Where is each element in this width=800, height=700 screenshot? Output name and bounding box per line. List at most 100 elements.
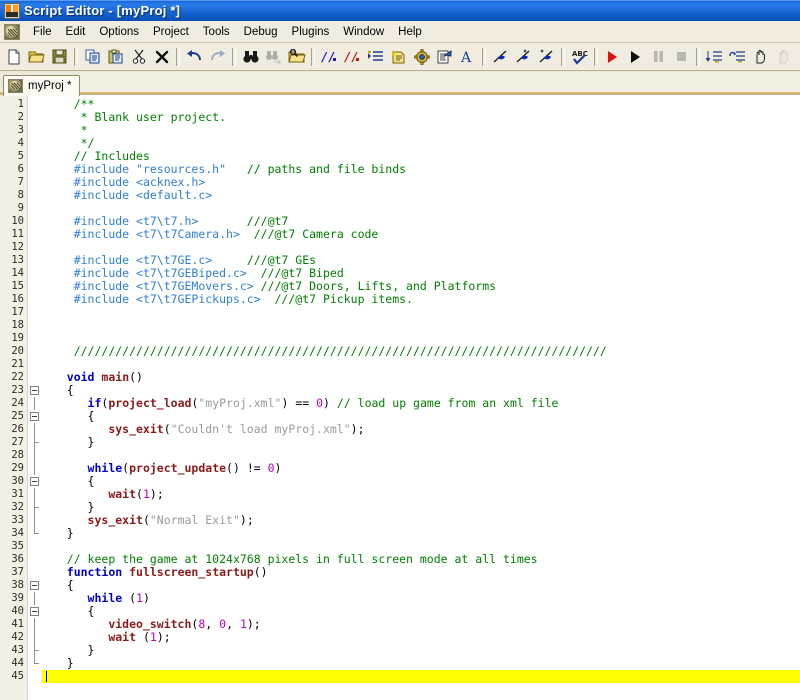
code-token-pun: () <box>254 565 268 579</box>
code-token-com: */ <box>81 136 95 150</box>
code-token-num: 1 <box>136 591 143 605</box>
run-play-red-icon[interactable] <box>601 46 624 68</box>
line-number: 5 <box>0 150 27 163</box>
code-token-pun: ( <box>122 591 136 605</box>
new-file-icon[interactable] <box>2 46 25 68</box>
fold-collapse-icon[interactable] <box>30 412 39 421</box>
code-line[interactable]: sys_exit("Couldn't load myProj.xml"); <box>42 423 800 436</box>
code-line[interactable]: #include <t7\t7Camera.h> ///@t7 Camera c… <box>42 228 800 241</box>
copy-icon[interactable] <box>81 46 104 68</box>
menu-plugins[interactable]: Plugins <box>285 23 337 41</box>
code-line[interactable]: if(project_load("myProj.xml") == 0) // l… <box>42 397 800 410</box>
code-folding-margin[interactable] <box>28 95 42 700</box>
code-line[interactable]: wait (1); <box>42 631 800 644</box>
menu-window[interactable]: Window <box>336 23 391 41</box>
code-line[interactable]: function fullscreen_startup() <box>42 566 800 579</box>
fold-collapse-icon[interactable] <box>30 581 39 590</box>
debug-play-black-icon[interactable] <box>624 46 647 68</box>
cut-scissors-icon[interactable] <box>127 46 150 68</box>
code-line[interactable]: } <box>42 436 800 449</box>
font-letter-icon[interactable]: A <box>456 46 479 68</box>
fold-marker-row <box>28 527 42 540</box>
watch-hand-icon[interactable] <box>749 46 772 68</box>
line-number: 39 <box>0 592 27 605</box>
code-token-pun <box>46 292 74 306</box>
code-line[interactable]: wait(1); <box>42 488 800 501</box>
fold-marker-row <box>28 189 42 202</box>
undo-arrow-icon[interactable] <box>183 46 206 68</box>
step-into-icon[interactable] <box>703 46 726 68</box>
fold-marker-row[interactable] <box>28 410 42 423</box>
compile-gear-icon[interactable] <box>410 46 433 68</box>
fold-marker-row[interactable] <box>28 605 42 618</box>
code-line[interactable]: while (1) <box>42 592 800 605</box>
script-editor-window: Script Editor - [myProj *] FileEditOptio… <box>0 0 800 700</box>
tab-label: myProj * <box>28 80 71 92</box>
tab-myproj[interactable]: myProj * <box>3 75 80 96</box>
code-line[interactable] <box>42 306 800 319</box>
code-token-com: ///@t7 GEs <box>247 253 316 267</box>
menu-help[interactable]: Help <box>391 23 429 41</box>
bookmark-toggle-icon[interactable] <box>489 46 512 68</box>
code-line[interactable]: * <box>42 124 800 137</box>
delete-x-icon[interactable] <box>150 46 173 68</box>
goto-folder-icon[interactable] <box>285 46 308 68</box>
line-number: 13 <box>0 254 27 267</box>
code-line[interactable]: ////////////////////////////////////////… <box>42 345 800 358</box>
menu-edit[interactable]: Edit <box>59 23 93 41</box>
code-line[interactable]: } <box>42 657 800 670</box>
code-token-pun <box>46 162 74 176</box>
toolbar-separator <box>594 48 598 66</box>
fold-marker-row <box>28 462 42 475</box>
fold-marker-row[interactable] <box>28 475 42 488</box>
code-token-key: function <box>67 565 122 579</box>
code-editor[interactable]: 1234567891011121314151617181920212223242… <box>0 95 800 700</box>
fold-marker-row[interactable] <box>28 579 42 592</box>
fold-collapse-icon[interactable] <box>30 386 39 395</box>
indent-icon[interactable] <box>364 46 387 68</box>
fold-collapse-icon[interactable] <box>30 477 39 486</box>
save-disk-icon[interactable] <box>48 46 71 68</box>
fold-marker-row[interactable] <box>28 384 42 397</box>
code-line[interactable]: while(project_update() != 0) <box>42 462 800 475</box>
code-line[interactable]: sys_exit("Normal Exit"); <box>42 514 800 527</box>
code-line[interactable]: * Blank user project. <box>42 111 800 124</box>
code-line[interactable]: } <box>42 644 800 657</box>
line-number: 4 <box>0 137 27 150</box>
properties-icon[interactable] <box>433 46 456 68</box>
menu-tools[interactable]: Tools <box>196 23 237 41</box>
open-folder-icon[interactable] <box>25 46 48 68</box>
code-line[interactable]: #include <t7\t7GEPickups.c> ///@t7 Picku… <box>42 293 800 306</box>
paste-icon[interactable] <box>104 46 127 68</box>
code-token-pun: , <box>226 617 240 631</box>
bookmark-next-icon[interactable] <box>512 46 535 68</box>
bookmark-prev-icon[interactable] <box>535 46 558 68</box>
code-line-current[interactable] <box>42 670 800 683</box>
code-token-fn: fullscreen_startup <box>129 565 254 579</box>
menu-file[interactable]: File <box>26 23 59 41</box>
fold-marker-row <box>28 150 42 163</box>
fold-collapse-icon[interactable] <box>30 607 39 616</box>
comment-block-icon[interactable]: // <box>318 46 341 68</box>
line-number: 3 <box>0 124 27 137</box>
code-line[interactable]: } <box>42 527 800 540</box>
code-line[interactable] <box>42 358 800 371</box>
code-line[interactable]: #include <default.c> <box>42 189 800 202</box>
code-line[interactable]: void main() <box>42 371 800 384</box>
menu-options[interactable]: Options <box>92 23 146 41</box>
step-over-icon[interactable] <box>726 46 749 68</box>
find-binoculars-icon[interactable] <box>239 46 262 68</box>
app-icon <box>4 24 20 40</box>
line-number: 11 <box>0 228 27 241</box>
code-line[interactable]: */ <box>42 137 800 150</box>
code-line[interactable] <box>42 319 800 332</box>
menu-project[interactable]: Project <box>146 23 196 41</box>
script-file-icon <box>8 79 23 93</box>
menu-debug[interactable]: Debug <box>237 23 285 41</box>
uncomment-block-icon[interactable]: // <box>341 46 364 68</box>
code-line[interactable]: { <box>42 579 800 592</box>
line-number: 43 <box>0 644 27 657</box>
new-script-icon[interactable] <box>387 46 410 68</box>
spellcheck-abc-icon[interactable]: ABC <box>568 46 591 68</box>
code-text-area[interactable]: /** * Blank user project. * */ // Includ… <box>42 95 800 700</box>
